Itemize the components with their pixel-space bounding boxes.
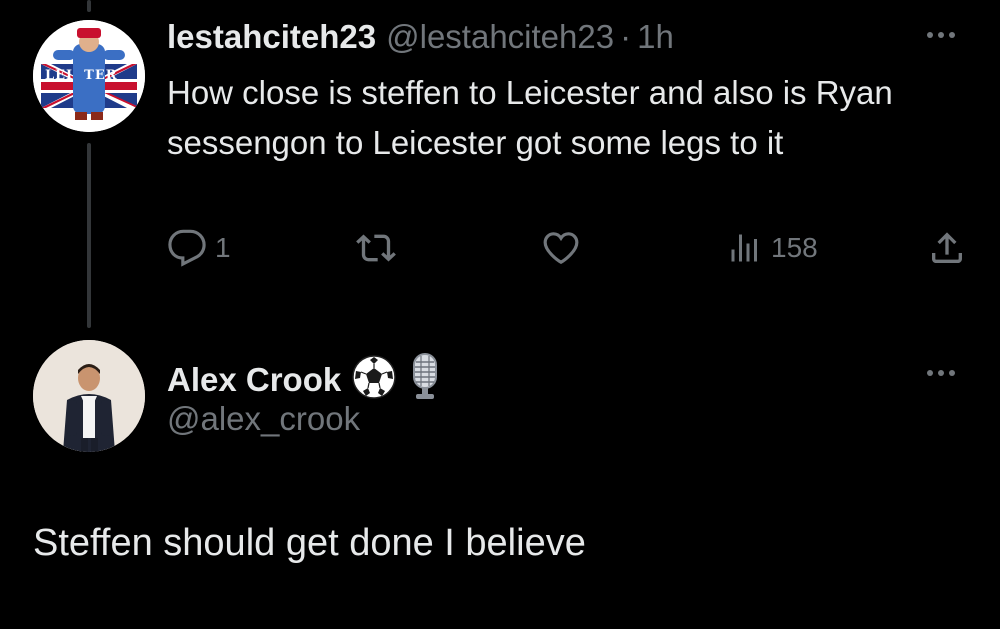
reply-icon xyxy=(168,229,206,267)
views-count: 158 xyxy=(771,232,818,263)
avatar[interactable] xyxy=(33,340,145,452)
timestamp[interactable]: 1h xyxy=(637,18,674,56)
tweet-text: Steffen should get done I believe xyxy=(33,522,586,564)
separator-dot: · xyxy=(620,18,632,55)
reply-count: 1 xyxy=(215,232,231,263)
more-options-button[interactable] xyxy=(927,370,955,376)
retweet-button[interactable] xyxy=(355,228,405,268)
display-name[interactable]: lestahciteh23 xyxy=(167,18,376,56)
display-name[interactable]: Alex Crook xyxy=(167,361,341,399)
thread-connector xyxy=(87,143,91,328)
user-handle[interactable]: @alex_crook xyxy=(167,400,360,438)
tweet-header: lestahciteh23 @lestahciteh23 · 1h xyxy=(167,18,674,56)
more-options-button[interactable] xyxy=(927,32,955,38)
like-button[interactable] xyxy=(541,228,589,268)
share-icon xyxy=(932,232,962,263)
more-dot-icon xyxy=(938,370,944,376)
user-handle[interactable]: @lestahciteh23 xyxy=(386,18,614,56)
retweet-icon xyxy=(356,234,396,262)
soccer-ball-icon xyxy=(351,354,397,405)
tweet-actions: 1 158 xyxy=(167,228,967,276)
avatar-text: LEI TER xyxy=(45,68,118,83)
more-dot-icon xyxy=(927,370,933,376)
more-dot-icon xyxy=(949,370,955,376)
tweet-header: Alex Crook xyxy=(167,352,453,407)
more-dot-icon xyxy=(927,32,933,38)
reply-button[interactable]: 1 xyxy=(167,228,231,268)
share-button[interactable] xyxy=(927,228,967,268)
views-chart-icon xyxy=(731,234,757,262)
views-button[interactable]: 158 xyxy=(727,228,818,268)
more-dot-icon xyxy=(938,32,944,38)
microphone-icon xyxy=(405,352,445,407)
more-dot-icon xyxy=(949,32,955,38)
heart-icon xyxy=(543,232,579,264)
avatar[interactable]: LEI TER xyxy=(33,20,145,132)
thread-connector-top xyxy=(87,0,91,12)
tweet-text: How close is steffen to Leicester and al… xyxy=(167,74,893,161)
profile-photo-image xyxy=(33,340,145,452)
